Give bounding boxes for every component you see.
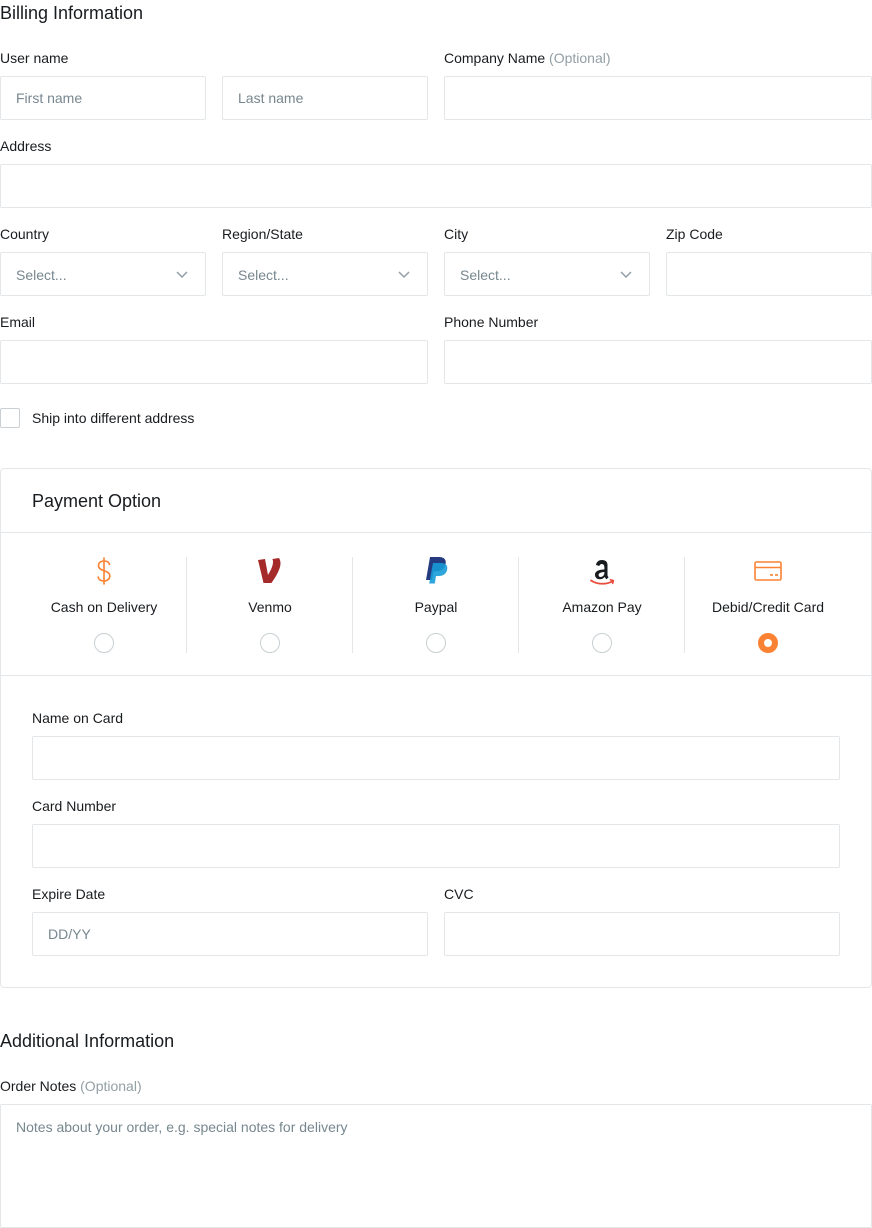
payment-option-card: Payment Option Cash on Delivery Venmo Pa…	[0, 468, 872, 988]
region-select[interactable]: Select...	[222, 252, 428, 296]
amazon-icon	[586, 555, 618, 587]
name-on-card-input[interactable]	[32, 736, 840, 780]
expire-date-label: Expire Date	[32, 886, 106, 902]
region-label: Region/State	[222, 226, 303, 242]
country-label: Country	[0, 226, 50, 242]
zip-code-input[interactable]	[666, 252, 872, 296]
order-notes-textarea[interactable]	[0, 1104, 872, 1228]
payment-title: Payment Option	[32, 491, 162, 511]
chevron-down-icon	[398, 271, 410, 279]
payment-option-venmo[interactable]: Venmo	[187, 533, 353, 675]
order-notes-label-text: Order Notes	[0, 1078, 77, 1094]
city-select[interactable]: Select...	[444, 252, 650, 296]
card-number-input[interactable]	[32, 824, 840, 868]
first-name-input[interactable]	[0, 76, 206, 120]
payment-radio-amazon-pay[interactable]	[592, 633, 612, 653]
region-select-value: Select...	[238, 267, 289, 283]
order-notes-label: Order Notes (Optional)	[0, 1076, 142, 1096]
payment-radio-venmo[interactable]	[260, 633, 280, 653]
payment-option-label: Venmo	[248, 599, 292, 615]
payment-option-amazon-pay[interactable]: Amazon Pay	[519, 533, 685, 675]
zip-code-label: Zip Code	[666, 226, 723, 242]
last-name-input[interactable]	[222, 76, 428, 120]
user-name-label: User name	[0, 50, 69, 66]
company-name-input[interactable]	[444, 76, 872, 120]
optional-tag: (Optional)	[549, 50, 611, 66]
payment-option-label: Amazon Pay	[562, 599, 642, 615]
payment-radio-cash[interactable]	[94, 633, 114, 653]
payment-option-label: Debid/Credit Card	[711, 599, 825, 615]
payment-option-label: Paypal	[414, 599, 458, 615]
payment-option-cash[interactable]: Cash on Delivery	[21, 533, 187, 675]
additional-info-title: Additional Information	[0, 1031, 175, 1051]
country-select-value: Select...	[16, 267, 67, 283]
name-on-card-label: Name on Card	[32, 710, 124, 726]
chevron-down-icon	[176, 271, 188, 279]
email-input[interactable]	[0, 340, 428, 384]
email-label: Email	[0, 314, 36, 330]
cvc-label: CVC	[444, 886, 474, 902]
divider	[1, 675, 871, 676]
city-select-value: Select...	[460, 267, 511, 283]
payment-option-credit-card[interactable]: Debid/Credit Card	[685, 533, 851, 675]
card-number-label: Card Number	[32, 798, 117, 814]
company-name-label: Company Name (Optional)	[444, 48, 611, 68]
ship-different-address-checkbox[interactable]	[0, 408, 20, 428]
address-input[interactable]	[0, 164, 872, 208]
paypal-icon	[420, 555, 452, 587]
company-name-label-text: Company Name	[444, 50, 546, 66]
payment-option-paypal[interactable]: Paypal	[353, 533, 519, 675]
venmo-icon	[254, 555, 286, 587]
phone-input[interactable]	[444, 340, 872, 384]
credit-card-icon	[752, 555, 784, 587]
address-label: Address	[0, 138, 52, 154]
chevron-down-icon	[620, 271, 632, 279]
cvc-input[interactable]	[444, 912, 840, 956]
expire-date-input[interactable]	[32, 912, 428, 956]
city-label: City	[444, 226, 469, 242]
payment-radio-paypal[interactable]	[426, 633, 446, 653]
billing-title: Billing Information	[0, 3, 144, 23]
phone-label: Phone Number	[444, 314, 539, 330]
payment-option-label: Cash on Delivery	[50, 599, 158, 615]
ship-different-address-label: Ship into different address	[32, 410, 195, 426]
optional-tag: (Optional)	[80, 1078, 142, 1094]
dollar-icon	[88, 555, 120, 587]
payment-radio-credit-card[interactable]	[758, 633, 778, 653]
country-select[interactable]: Select...	[0, 252, 206, 296]
